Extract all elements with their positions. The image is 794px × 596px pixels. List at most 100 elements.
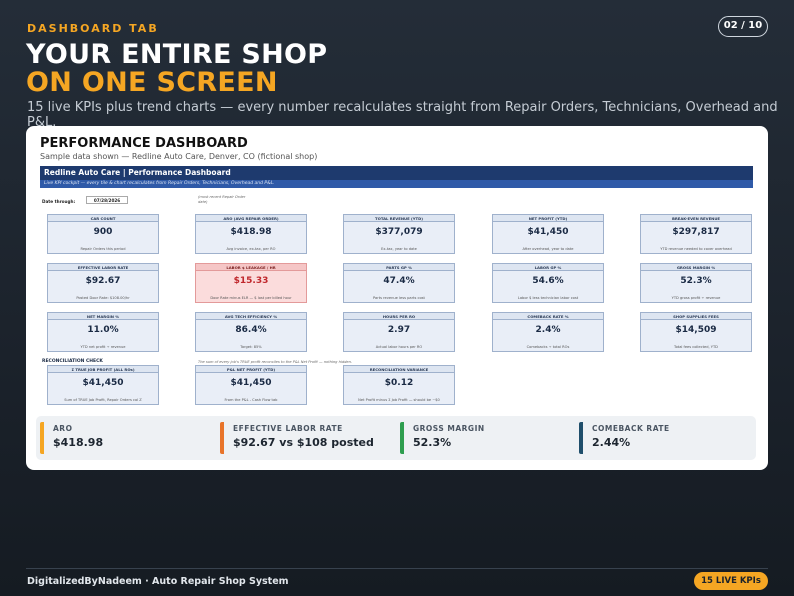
kpi-label: AVG TECH EFFICIENCY % <box>196 313 306 320</box>
kpi-value: $14,509 <box>675 325 717 335</box>
kpi-label: CAR COUNT <box>48 215 158 222</box>
kpi-note: Total fees collected, YTD <box>674 345 718 349</box>
date-through-label: Date through: <box>42 199 76 204</box>
kpi-note: Parts revenue less parts cost <box>373 296 425 300</box>
kpi-label: GROSS MARGIN % <box>641 264 751 271</box>
kpi-note: After overhead, year to date <box>522 247 574 251</box>
date-through-note: (most recent Repair Order date) <box>198 195 246 204</box>
kpi-note: Posted Door Rate: $108.00/hr <box>76 296 130 300</box>
highlight-value: 52.3% <box>413 436 452 449</box>
kpi-tile: CAR COUNT 900 Repair Orders this period <box>47 214 159 254</box>
kpi-value: 2.4% <box>535 325 561 335</box>
reconciliation-tile: RECONCILIATION VARIANCE $0.12 Net Profit m… <box>343 365 455 405</box>
kpi-label: EFFECTIVE LABOR RATE <box>48 264 158 271</box>
kpi-label: LABOR $ LEAKAGE / HR <box>196 264 306 271</box>
kpi-value: 11.0% <box>87 325 119 335</box>
kpi-value: 54.6% <box>532 276 564 286</box>
kpi-note: YTD net profit ÷ revenue <box>80 345 126 349</box>
kpi-label: PARTS GP % <box>344 264 454 271</box>
kpi-tile: SHOP SUPPLIES FEES $14,509 Total fees coll… <box>640 312 752 352</box>
page-indicator: 02 / 10 <box>718 16 768 37</box>
highlight-label: EFFECTIVE LABOR RATE <box>233 424 343 433</box>
kpi-value: $41,450 <box>82 378 124 388</box>
kpi-label: LABOR GP % <box>493 264 603 271</box>
kpi-label: HOURS PER RO <box>344 313 454 320</box>
headline-line-1: YOUR ENTIRE SHOP <box>26 39 328 70</box>
headline-line-2: ON ONE SCREEN <box>26 67 278 98</box>
kpi-note: Repair Orders this period <box>80 247 126 251</box>
kpi-tile: GROSS MARGIN % 52.3% YTD gross profit ÷ re… <box>640 263 752 303</box>
highlight-strip: ARO $418.98 EFFECTIVE LABOR RATE $92.67 … <box>36 416 756 460</box>
kpi-tile: NET MARGIN % 11.0% YTD net profit ÷ revenu… <box>47 312 159 352</box>
kpi-note: From the P&L - Cash Flow tab <box>224 398 278 402</box>
kpi-label: SHOP SUPPLIES FEES <box>641 313 751 320</box>
highlight-effective-labor-rate: EFFECTIVE LABOR RATE $92.67 vs $108 post… <box>220 422 374 454</box>
highlight-value: $92.67 vs $108 posted <box>233 436 374 449</box>
card-title: PERFORMANCE DASHBOARD <box>40 136 248 151</box>
kpi-label: NET PROFIT (YTD) <box>493 215 603 222</box>
kpi-label: BREAK-EVEN REVENUE <box>641 215 751 222</box>
kpi-label: Σ TRUE JOB PROFIT (ALL ROs) <box>48 366 158 373</box>
kpi-tile: EFFECTIVE LABOR RATE $92.67 Posted Door Ra… <box>47 263 159 303</box>
kpi-note: Avg invoice, ex-tax, per RO <box>226 247 276 251</box>
section-tag: DASHBOARD TAB <box>27 22 159 35</box>
kpi-value: $92.67 <box>85 276 121 286</box>
kpi-value: $15.33 <box>233 276 269 286</box>
highlight-label: COMEBACK RATE <box>592 424 670 433</box>
highlight-value: $418.98 <box>53 436 104 449</box>
kpi-value: 86.4% <box>235 325 267 335</box>
date-through-field[interactable]: 07/28/2026 <box>86 196 128 204</box>
kpi-value: 2.97 <box>387 325 411 335</box>
kpi-value: 47.4% <box>383 276 415 286</box>
kpi-count-badge: 15 LIVE KPIs <box>694 572 768 590</box>
kpi-label: TOTAL REVENUE (YTD) <box>344 215 454 222</box>
reconciliation-tile: P&L NET PROFIT (YTD) $41,450 From the P&L … <box>195 365 307 405</box>
kpi-tile: HOURS PER RO 2.97 Actual labor hours per R… <box>343 312 455 352</box>
kpi-value: $418.98 <box>230 227 272 237</box>
highlight-value: 2.44% <box>592 436 631 449</box>
reconciliation-tile: Σ TRUE JOB PROFIT (ALL ROs) $41,450 Sum of… <box>47 365 159 405</box>
kpi-label: COMEBACK RATE % <box>493 313 603 320</box>
highlight-label: GROSS MARGIN <box>413 424 485 433</box>
kpi-tile: COMEBACK RATE % 2.4% Comebacks ÷ total ROs <box>492 312 604 352</box>
reconciliation-label: RECONCILIATION CHECK <box>42 359 103 364</box>
kpi-label: P&L NET PROFIT (YTD) <box>196 366 306 373</box>
kpi-tile: ARO (AVG REPAIR ORDER) $418.98 Avg invoice… <box>195 214 307 254</box>
kpi-value: $0.12 <box>384 378 414 388</box>
kpi-note: Ex-tax, year to date <box>381 247 417 251</box>
dashboard-card: PERFORMANCE DASHBOARD Sample data shown … <box>26 126 768 470</box>
sheet-subheader: Live KPI cockpit — every tile & chart re… <box>40 180 753 188</box>
footer-divider <box>26 568 768 569</box>
kpi-label: NET MARGIN % <box>48 313 158 320</box>
kpi-note: Sum of TRUE Job Profit, Repair Orders co… <box>64 398 142 402</box>
highlight-aro: ARO $418.98 <box>40 422 103 454</box>
kpi-tile: BREAK-EVEN REVENUE $297,817 YTD revenue ne… <box>640 214 752 254</box>
kpi-note: YTD gross profit ÷ revenue <box>671 296 721 300</box>
reconciliation-note: The sum of every job's TRUE profit recon… <box>198 360 353 364</box>
kpi-note: YTD revenue needed to cover overhead <box>660 247 732 251</box>
kpi-note: Labor $ less technician labor cost <box>517 296 579 300</box>
sheet-header: Redline Auto Care | Performance Dashboar… <box>40 166 753 180</box>
kpi-note: Net Profit minus Σ Job Profit — should b… <box>358 398 440 402</box>
highlight-label: ARO <box>53 424 73 433</box>
spreadsheet-preview: Redline Auto Care | Performance Dashboar… <box>40 166 753 405</box>
kpi-value: $377,079 <box>375 227 423 237</box>
highlight-gross-margin: GROSS MARGIN 52.3% <box>400 422 485 454</box>
kpi-tile: LABOR GP % 54.6% Labor $ less technician l… <box>492 263 604 303</box>
kpi-tile: LABOR $ LEAKAGE / HR $15.33 Door Rate minu… <box>195 263 307 303</box>
kpi-value: $297,817 <box>672 227 720 237</box>
kpi-value: $41,450 <box>527 227 569 237</box>
footer-brand: DigitalizedByNadeem · Auto Repair Shop S… <box>27 576 289 587</box>
kpi-tile: NET PROFIT (YTD) $41,450 After overhead, y… <box>492 214 604 254</box>
kpi-note: Target: 85% <box>240 345 262 349</box>
kpi-label: RECONCILIATION VARIANCE <box>344 366 454 373</box>
kpi-tile: TOTAL REVENUE (YTD) $377,079 Ex-tax, year … <box>343 214 455 254</box>
card-subtitle: Sample data shown — Redline Auto Care, D… <box>40 152 318 161</box>
kpi-note: Door Rate minus ELR — $ lost per billed … <box>210 296 292 300</box>
kpi-value: $41,450 <box>230 378 272 388</box>
kpi-value: 900 <box>93 227 113 237</box>
kpi-tile: PARTS GP % 47.4% Parts revenue less parts … <box>343 263 455 303</box>
highlight-comeback-rate: COMEBACK RATE 2.44% <box>579 422 670 454</box>
kpi-note: Actual labor hours per RO <box>375 345 423 349</box>
kpi-note: Comebacks ÷ total ROs <box>526 345 570 349</box>
